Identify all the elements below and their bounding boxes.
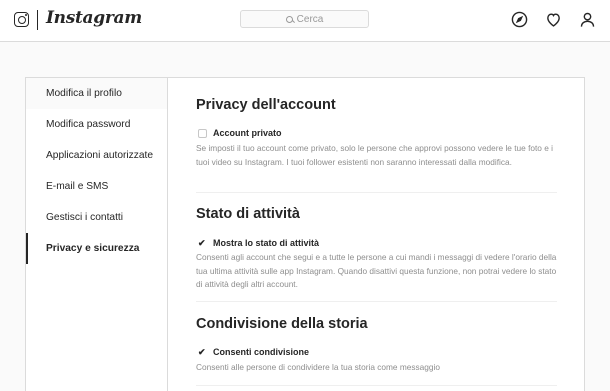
nav-icons [511, 11, 596, 28]
sidebar-item-privacy-security[interactable]: Privacy e sicurezza [26, 233, 167, 264]
logo-divider [37, 10, 38, 30]
checkmark-icon[interactable]: ✔ [198, 347, 207, 357]
compass-icon[interactable] [511, 11, 528, 28]
sidebar-item-change-password[interactable]: Modifica password [26, 109, 167, 140]
instagram-wordmark[interactable]: Instagram [46, 8, 142, 28]
sidebar-item-authorized-apps[interactable]: Applicazioni autorizzate [26, 140, 167, 171]
top-navigation-bar: Instagram Cerca [0, 0, 610, 42]
checkmark-icon[interactable]: ✔ [198, 238, 207, 248]
section-divider [196, 385, 557, 386]
section-title-account-privacy: Privacy dell'account [196, 97, 336, 113]
search-placeholder: Cerca [296, 13, 324, 25]
private-account-checkbox[interactable] [198, 128, 207, 138]
search-input[interactable]: Cerca [240, 10, 369, 28]
private-account-option[interactable]: Account privato [198, 128, 282, 138]
section-divider [196, 192, 557, 193]
section-title-activity-status: Stato di attività [196, 206, 300, 222]
allow-sharing-option[interactable]: ✔ Consenti condivisione [198, 347, 309, 357]
sidebar-item-edit-profile[interactable]: Modifica il profilo [26, 78, 167, 109]
section-divider [196, 301, 557, 302]
search-icon [285, 15, 293, 23]
show-activity-status-label: Mostra lo stato di attività [213, 238, 320, 248]
sidebar-item-manage-contacts[interactable]: Gestisci i contatti [26, 202, 167, 233]
private-account-label: Account privato [213, 128, 282, 138]
allow-sharing-label: Consenti condivisione [213, 347, 310, 357]
settings-sidebar: Modifica il profilo Modifica password Ap… [26, 78, 168, 391]
heart-icon[interactable] [545, 11, 562, 28]
instagram-camera-icon[interactable] [14, 12, 29, 27]
settings-panel: Modifica il profilo Modifica password Ap… [25, 77, 585, 391]
show-activity-status-option[interactable]: ✔ Mostra lo stato di attività [198, 238, 319, 248]
section-title-story-sharing: Condivisione della storia [196, 316, 368, 332]
sidebar-item-email-sms[interactable]: E-mail e SMS [26, 171, 167, 202]
story-sharing-description: Consenti alle persone di condividere la … [196, 362, 440, 372]
private-account-description: Se imposti il tuo account come privato, … [196, 143, 553, 167]
activity-status-description: Consenti agli account che segui e a tutt… [196, 252, 557, 289]
user-icon[interactable] [579, 11, 596, 28]
